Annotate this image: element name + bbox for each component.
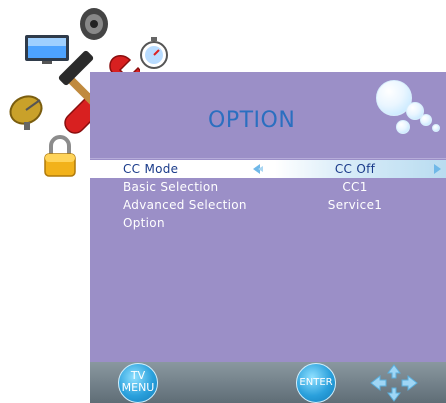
menu-row-option[interactable]: Option	[90, 214, 446, 232]
menu-row-label: Advanced Selection	[123, 198, 247, 212]
menu-row-label: Option	[123, 216, 165, 230]
option-panel: OPTION CC Mode CC Off Basic Selection CC…	[90, 72, 446, 362]
menu-row-advanced-selection[interactable]: Advanced Selection Service1	[90, 196, 446, 214]
right-arrow-icon[interactable]	[430, 162, 444, 176]
menu-row-label: Basic Selection	[123, 180, 219, 194]
bubbles-icon	[376, 80, 446, 140]
menu-row-basic-selection[interactable]: Basic Selection CC1	[90, 178, 446, 196]
menu-row-cc-mode[interactable]: CC Mode CC Off	[90, 160, 446, 178]
enter-label: ENTER	[299, 377, 333, 388]
menu-row-value: Service1	[327, 198, 383, 212]
menu-row-value: CC Off	[334, 162, 376, 176]
option-menu: CC Mode CC Off Basic Selection CC1 Advan…	[90, 160, 446, 232]
page-title: OPTION	[208, 108, 296, 133]
menu-row-value: CC1	[342, 180, 368, 194]
tv-menu-line2: MENU	[121, 381, 155, 394]
satellite-dish-icon[interactable]	[6, 92, 50, 132]
enter-button[interactable]: ENTER	[296, 363, 336, 403]
speaker-icon[interactable]	[78, 6, 110, 42]
button-bar: TV MENU ENTER	[90, 362, 446, 403]
divider	[90, 158, 446, 159]
menu-row-label: CC Mode	[123, 162, 179, 176]
tv-menu-button[interactable]: TV MENU	[118, 363, 158, 403]
navigation-arrows-icon[interactable]	[370, 364, 418, 402]
padlock-icon[interactable]	[42, 134, 78, 178]
stopwatch-icon[interactable]	[138, 36, 170, 70]
left-arrow-icon[interactable]	[250, 162, 264, 176]
